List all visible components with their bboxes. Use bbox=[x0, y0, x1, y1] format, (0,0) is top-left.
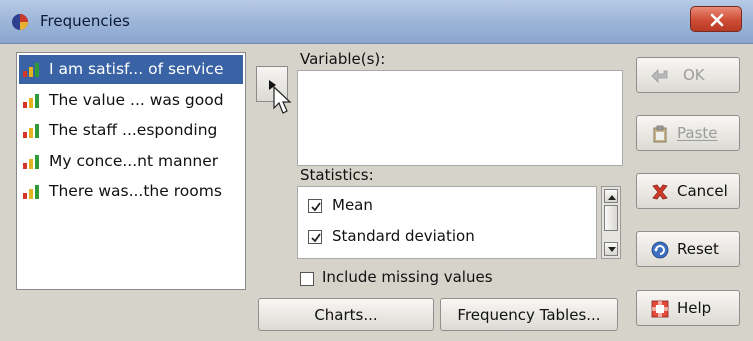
checkbox[interactable] bbox=[308, 199, 322, 213]
scale-variable-icon bbox=[23, 93, 39, 108]
title-bar[interactable]: Frequencies bbox=[0, 0, 753, 44]
source-list-item[interactable]: I am satisf... of service bbox=[19, 55, 243, 84]
include-missing-values-option[interactable]: Include missing values bbox=[300, 268, 540, 290]
cancel-x-icon bbox=[652, 184, 668, 200]
help-button[interactable]: Help bbox=[636, 290, 740, 326]
statistics-label: Statistics: bbox=[300, 166, 374, 184]
close-icon bbox=[710, 13, 724, 27]
charts-button[interactable]: Charts... bbox=[258, 298, 434, 331]
statistic-label: Standard deviation bbox=[332, 227, 475, 245]
checkmark-icon bbox=[311, 202, 321, 212]
scale-variable-icon bbox=[23, 154, 39, 169]
app-icon bbox=[10, 12, 30, 32]
paste-button[interactable]: Paste bbox=[636, 115, 740, 151]
reset-label: Reset bbox=[677, 240, 719, 258]
variables-target-list[interactable] bbox=[297, 70, 623, 166]
close-button[interactable] bbox=[690, 6, 742, 32]
statistics-scrollbar[interactable] bbox=[601, 186, 621, 259]
source-list-item-label: There was...the rooms bbox=[49, 182, 222, 200]
reset-icon bbox=[651, 241, 669, 259]
scale-variable-icon bbox=[23, 185, 39, 199]
up-arrow-icon bbox=[608, 195, 616, 200]
frequencies-dialog: Frequencies I am satisf... of service The… bbox=[0, 0, 753, 341]
source-list-item[interactable]: There was...the rooms bbox=[19, 177, 243, 206]
scale-variable-icon bbox=[23, 124, 39, 138]
window-title: Frequencies bbox=[40, 12, 130, 30]
include-missing-label: Include missing values bbox=[322, 268, 493, 286]
source-list-item[interactable]: My conce...nt manner bbox=[19, 147, 243, 176]
frequency-tables-button[interactable]: Frequency Tables... bbox=[440, 298, 618, 331]
frequency-tables-label: Frequency Tables... bbox=[457, 306, 601, 324]
checkmark-icon bbox=[311, 233, 321, 243]
help-lifebuoy-icon bbox=[651, 300, 669, 318]
source-list-item-label: My conce...nt manner bbox=[49, 151, 219, 170]
clipboard-icon bbox=[653, 125, 667, 143]
variables-label: Variable(s): bbox=[300, 50, 386, 68]
ok-arrow-icon bbox=[651, 69, 668, 83]
paste-label: Paste bbox=[677, 124, 718, 142]
scroll-down-button[interactable] bbox=[604, 242, 618, 256]
down-arrow-icon bbox=[608, 247, 616, 252]
source-list-item-label: The staff ...esponding bbox=[49, 121, 218, 139]
source-variable-list[interactable]: I am satisf... of service The value ... w… bbox=[16, 52, 246, 290]
source-list-item[interactable]: The staff ...esponding bbox=[19, 116, 243, 145]
mouse-cursor-icon bbox=[273, 86, 292, 114]
cancel-button[interactable]: Cancel bbox=[636, 173, 740, 209]
help-label: Help bbox=[677, 299, 712, 317]
include-missing-checkbox[interactable] bbox=[300, 272, 314, 286]
source-list-item-label: The value ... was good bbox=[49, 90, 224, 109]
checkbox[interactable] bbox=[308, 230, 322, 244]
charts-label: Charts... bbox=[314, 306, 378, 324]
reset-button[interactable]: Reset bbox=[636, 231, 740, 267]
cancel-label: Cancel bbox=[677, 182, 728, 200]
statistic-label: Mean bbox=[332, 196, 373, 214]
statistics-list[interactable]: Mean Standard deviation bbox=[297, 186, 597, 259]
source-list-item-label: I am satisf... of service bbox=[49, 60, 224, 78]
source-list-item[interactable]: The value ... was good bbox=[19, 86, 243, 115]
ok-label: OK bbox=[683, 66, 705, 84]
scroll-thumb[interactable] bbox=[604, 205, 618, 231]
scale-variable-icon bbox=[23, 63, 39, 77]
ok-button[interactable]: OK bbox=[636, 57, 740, 93]
scroll-up-button[interactable] bbox=[604, 189, 618, 203]
